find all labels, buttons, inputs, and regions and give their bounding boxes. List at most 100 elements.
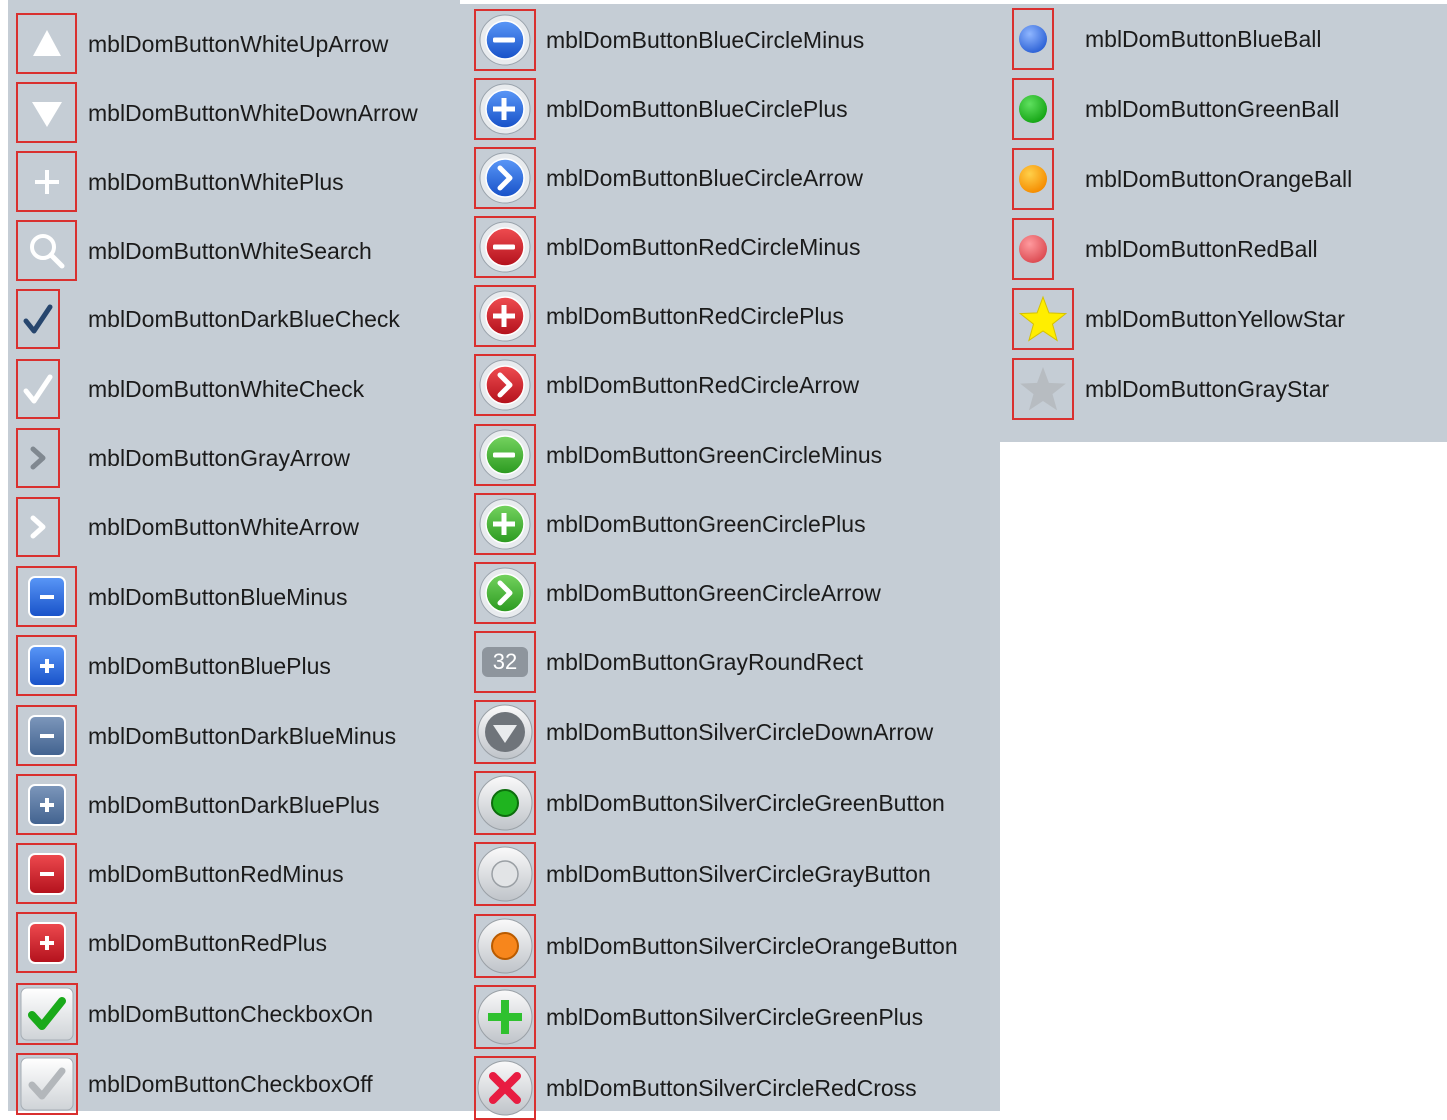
green-circle-plus-icon[interactable] bbox=[474, 493, 536, 555]
button-class-label: mblDomButtonWhitePlus bbox=[88, 169, 344, 195]
darkblue-minus-icon[interactable] bbox=[16, 705, 77, 766]
button-sample-green-circle-plus[interactable]: mblDomButtonGreenCirclePlus bbox=[474, 493, 866, 555]
button-class-label: mblDomButtonDarkBluePlus bbox=[88, 792, 380, 818]
button-class-label: mblDomButtonSilverCircleRedCross bbox=[546, 1075, 917, 1101]
darkblue-check-icon[interactable] bbox=[16, 289, 60, 349]
button-sample-green-ball[interactable]: mblDomButtonGreenBall bbox=[1012, 78, 1339, 140]
green-circle-minus-icon[interactable] bbox=[474, 424, 536, 486]
button-class-label: mblDomButtonBlueMinus bbox=[88, 584, 348, 610]
white-arrow-icon[interactable] bbox=[16, 497, 60, 557]
button-sample-white-plus[interactable]: mblDomButtonWhitePlus bbox=[16, 151, 344, 212]
silver-circle-orange-button-icon[interactable] bbox=[474, 914, 536, 978]
button-sample-blue-ball[interactable]: mblDomButtonBlueBall bbox=[1012, 8, 1322, 70]
silver-circle-red-cross-icon[interactable] bbox=[474, 1056, 536, 1120]
button-class-label: mblDomButtonGreenCirclePlus bbox=[546, 511, 866, 537]
button-sample-red-circle-minus[interactable]: mblDomButtonRedCircleMinus bbox=[474, 216, 860, 278]
blue-plus-icon[interactable] bbox=[16, 635, 77, 696]
button-class-label: mblDomButtonWhiteArrow bbox=[88, 514, 359, 540]
button-sample-green-circle-arrow[interactable]: mblDomButtonGreenCircleArrow bbox=[474, 562, 881, 624]
orange-ball-icon[interactable] bbox=[1012, 148, 1054, 210]
button-class-label: mblDomButtonBlueBall bbox=[1085, 26, 1322, 52]
button-class-label: mblDomButtonCheckboxOn bbox=[88, 1001, 374, 1027]
button-sample-silver-circle-orange-button[interactable]: mblDomButtonSilverCircleOrangeButton bbox=[474, 914, 958, 978]
button-sample-gray-round-rect[interactable]: 32 mblDomButtonGrayRoundRect bbox=[474, 631, 863, 693]
button-sample-orange-ball[interactable]: mblDomButtonOrangeBall bbox=[1012, 148, 1352, 210]
blue-circle-minus-icon[interactable] bbox=[474, 9, 536, 71]
red-circle-plus-icon[interactable] bbox=[474, 285, 536, 347]
red-circle-minus-icon[interactable] bbox=[474, 216, 536, 278]
button-sample-silver-circle-green-button[interactable]: mblDomButtonSilverCircleGreenButton bbox=[474, 771, 945, 835]
button-sample-blue-plus[interactable]: mblDomButtonBluePlus bbox=[16, 635, 331, 696]
checkbox-on-icon[interactable] bbox=[16, 983, 78, 1045]
gray-star-icon[interactable] bbox=[1012, 358, 1074, 420]
red-plus-icon[interactable] bbox=[16, 912, 77, 973]
checkbox-off-icon[interactable] bbox=[16, 1053, 78, 1115]
button-sample-white-check[interactable]: mblDomButtonWhiteCheck bbox=[16, 359, 364, 419]
button-sample-checkbox-on[interactable]: mblDomButtonCheckboxOn bbox=[16, 983, 373, 1045]
button-class-label: mblDomButtonRedCirclePlus bbox=[546, 303, 844, 329]
button-class-label: mblDomButtonDarkBlueMinus bbox=[88, 723, 397, 749]
blue-minus-icon[interactable] bbox=[16, 566, 77, 627]
silver-circle-green-plus-icon[interactable] bbox=[474, 985, 536, 1049]
white-up-arrow-icon[interactable] bbox=[16, 13, 77, 74]
button-class-label: mblDomButtonRedCircleArrow bbox=[546, 372, 860, 398]
button-class-label: mblDomButtonBlueCircleMinus bbox=[546, 27, 865, 53]
button-class-label: mblDomButtonGreenBall bbox=[1085, 96, 1340, 122]
red-minus-icon[interactable] bbox=[16, 843, 77, 904]
button-sample-silver-circle-green-plus[interactable]: mblDomButtonSilverCircleGreenPlus bbox=[474, 985, 923, 1049]
button-sample-gray-arrow[interactable]: mblDomButtonGrayArrow bbox=[16, 428, 350, 488]
white-search-icon[interactable] bbox=[16, 220, 77, 281]
button-sample-blue-minus[interactable]: mblDomButtonBlueMinus bbox=[16, 566, 348, 627]
button-class-label: mblDomButtonSilverCircleGreenPlus bbox=[546, 1004, 924, 1030]
silver-circle-gray-button-icon[interactable] bbox=[474, 842, 536, 906]
button-class-label: mblDomButtonBlueCirclePlus bbox=[546, 96, 848, 122]
white-down-arrow-icon[interactable] bbox=[16, 82, 77, 143]
yellow-star-icon[interactable] bbox=[1012, 288, 1074, 350]
button-sample-silver-circle-down-arrow[interactable]: mblDomButtonSilverCircleDownArrow bbox=[474, 700, 933, 764]
button-sample-darkblue-check[interactable]: mblDomButtonDarkBlueCheck bbox=[16, 289, 400, 349]
green-circle-arrow-icon[interactable] bbox=[474, 562, 536, 624]
button-sample-silver-circle-red-cross[interactable]: mblDomButtonSilverCircleRedCross bbox=[474, 1056, 917, 1120]
button-sample-darkblue-plus[interactable]: mblDomButtonDarkBluePlus bbox=[16, 774, 379, 835]
button-sample-green-circle-minus[interactable]: mblDomButtonGreenCircleMinus bbox=[474, 424, 882, 486]
button-sample-silver-circle-gray-button[interactable]: mblDomButtonSilverCircleGrayButton bbox=[474, 842, 931, 906]
button-sample-red-plus[interactable]: mblDomButtonRedPlus bbox=[16, 912, 327, 973]
button-sample-white-arrow[interactable]: mblDomButtonWhiteArrow bbox=[16, 497, 359, 557]
button-class-label: mblDomButtonWhiteUpArrow bbox=[88, 31, 389, 57]
button-class-label: mblDomButtonBlueCircleArrow bbox=[546, 165, 863, 191]
darkblue-plus-icon[interactable] bbox=[16, 774, 77, 835]
button-sample-blue-circle-plus[interactable]: mblDomButtonBlueCirclePlus bbox=[474, 78, 848, 140]
silver-circle-down-arrow-icon[interactable] bbox=[474, 700, 536, 764]
button-sample-darkblue-minus[interactable]: mblDomButtonDarkBlueMinus bbox=[16, 705, 396, 766]
blue-circle-plus-icon[interactable] bbox=[474, 78, 536, 140]
button-sample-red-circle-plus[interactable]: mblDomButtonRedCirclePlus bbox=[474, 285, 844, 347]
silver-circle-green-button-icon[interactable] bbox=[474, 771, 536, 835]
button-class-label: mblDomButtonGrayArrow bbox=[88, 445, 351, 471]
button-sample-blue-circle-arrow[interactable]: mblDomButtonBlueCircleArrow bbox=[474, 147, 863, 209]
button-sample-white-up-arrow[interactable]: mblDomButtonWhiteUpArrow bbox=[16, 13, 388, 74]
white-check-icon[interactable] bbox=[16, 359, 60, 419]
button-sample-checkbox-off[interactable]: mblDomButtonCheckboxOff bbox=[16, 1053, 373, 1115]
button-class-label: mblDomButtonOrangeBall bbox=[1085, 166, 1353, 192]
blue-ball-icon[interactable] bbox=[1012, 8, 1054, 70]
button-class-label: mblDomButtonSilverCircleGreenButton bbox=[546, 790, 945, 816]
gray-round-rect-icon[interactable]: 32 bbox=[474, 631, 536, 693]
blue-circle-arrow-icon[interactable] bbox=[474, 147, 536, 209]
red-circle-arrow-icon[interactable] bbox=[474, 354, 536, 416]
button-sample-white-search[interactable]: mblDomButtonWhiteSearch bbox=[16, 220, 372, 281]
button-class-label: mblDomButtonYellowStar bbox=[1085, 306, 1345, 332]
button-class-label: mblDomButtonRedBall bbox=[1085, 236, 1318, 262]
green-ball-icon[interactable] bbox=[1012, 78, 1054, 140]
button-sample-yellow-star[interactable]: mblDomButtonYellowStar bbox=[1012, 288, 1345, 350]
button-sample-gray-star[interactable]: mblDomButtonGrayStar bbox=[1012, 358, 1329, 420]
button-class-label: mblDomButtonWhiteCheck bbox=[88, 376, 365, 402]
red-ball-icon[interactable] bbox=[1012, 218, 1054, 280]
button-sample-white-down-arrow[interactable]: mblDomButtonWhiteDownArrow bbox=[16, 82, 418, 143]
button-sample-red-circle-arrow[interactable]: mblDomButtonRedCircleArrow bbox=[474, 354, 859, 416]
button-sample-blue-circle-minus[interactable]: mblDomButtonBlueCircleMinus bbox=[474, 9, 864, 71]
button-class-label: mblDomButtonGreenCircleMinus bbox=[546, 442, 883, 468]
button-sample-red-minus[interactable]: mblDomButtonRedMinus bbox=[16, 843, 344, 904]
white-plus-icon[interactable] bbox=[16, 151, 77, 212]
gray-arrow-icon[interactable] bbox=[16, 428, 60, 488]
button-sample-red-ball[interactable]: mblDomButtonRedBall bbox=[1012, 218, 1318, 280]
